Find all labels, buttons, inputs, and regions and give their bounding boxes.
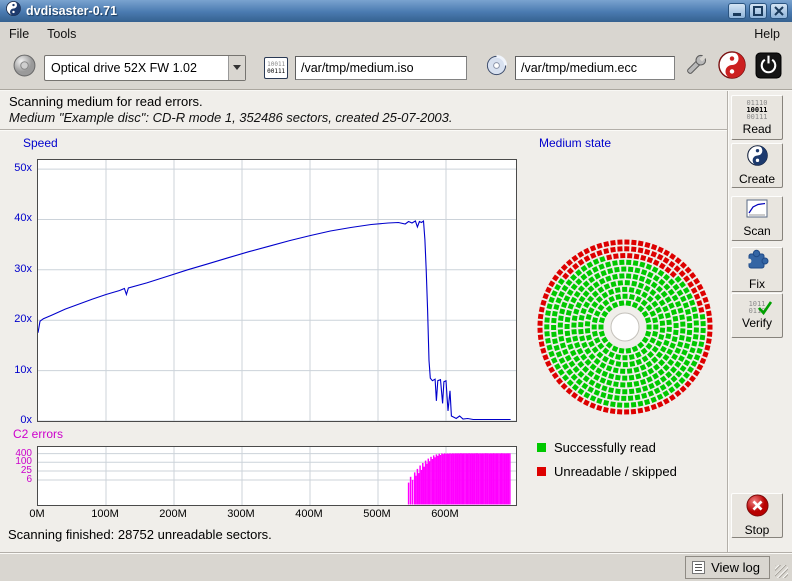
drive-select-value: Optical drive 52X FW 1.02: [45, 61, 228, 75]
legend-unreadable: Unreadable / skipped: [537, 464, 677, 479]
create-button[interactable]: Create: [731, 143, 783, 188]
x-axis-tick: 0M: [17, 508, 57, 520]
create-button-label: Create: [739, 172, 775, 186]
preferences-wrench-icon[interactable]: [682, 52, 709, 84]
x-axis-tick: 300M: [221, 508, 261, 520]
medium-state-disc: [536, 238, 714, 416]
menu-tools[interactable]: Tools: [38, 23, 85, 45]
medium-state-title: Medium state: [539, 136, 611, 150]
legend-unreadable-label: Unreadable / skipped: [554, 464, 677, 479]
log-list-icon: [692, 561, 705, 574]
iso-path-input[interactable]: [295, 56, 467, 80]
chevron-down-icon[interactable]: [228, 56, 245, 80]
medium-info-line: Medium "Example disc": CD-R mode 1, 3524…: [9, 110, 453, 125]
window-title: dvdisaster-0.71: [26, 4, 723, 18]
scan-button-label: Scan: [743, 224, 770, 238]
read-binary-icon: 01110 10011 00111: [746, 100, 767, 121]
close-button[interactable]: [770, 3, 788, 19]
x-axis-tick: 200M: [153, 508, 193, 520]
drive-select[interactable]: Optical drive 52X FW 1.02: [44, 55, 246, 81]
c2-errors-chart: [37, 446, 517, 506]
quit-power-icon[interactable]: [755, 52, 782, 84]
legend-unreadable-swatch: [537, 467, 546, 476]
scan-chart-icon: [746, 199, 768, 223]
menu-help[interactable]: Help: [742, 23, 792, 45]
app-icon: [6, 1, 21, 21]
fix-puzzle-icon: [745, 248, 769, 276]
maximize-button[interactable]: [749, 3, 767, 19]
x-axis-tick: 100M: [85, 508, 125, 520]
legend-read: Successfully read: [537, 440, 677, 455]
drive-icon[interactable]: [12, 53, 37, 83]
fix-button-label: Fix: [749, 277, 765, 291]
main-content: Scanning medium for read errors. Medium …: [0, 91, 792, 552]
dvdisaster-window: dvdisaster-0.71 File Tools Help Optical …: [0, 0, 792, 581]
read-button-label: Read: [743, 122, 772, 136]
verify-button[interactable]: 1011 0110 Verify: [731, 293, 783, 338]
verify-button-label: Verify: [742, 316, 772, 330]
read-button[interactable]: 01110 10011 00111 Read: [731, 95, 783, 140]
speed-chart: [37, 159, 517, 422]
legend-read-swatch: [537, 443, 546, 452]
menu-file[interactable]: File: [0, 23, 38, 45]
menubar: File Tools Help: [0, 22, 792, 46]
scan-button[interactable]: Scan: [731, 196, 783, 241]
header-separator: [0, 129, 727, 131]
titlebar[interactable]: dvdisaster-0.71: [0, 0, 792, 22]
verify-binary-check-icon: 1011 0110: [749, 301, 766, 315]
sidebar-separator: [727, 91, 729, 552]
create-yinyang-icon: [747, 145, 768, 171]
ecc-file-icon: [485, 54, 508, 82]
iso-file-icon: 1001100111: [264, 57, 288, 79]
x-axis-tick: 600M: [425, 508, 465, 520]
c2-y-axis: 400100256: [0, 91, 35, 552]
fix-button[interactable]: Fix: [731, 247, 783, 292]
view-log-label: View log: [711, 560, 760, 575]
stop-icon: [746, 494, 769, 522]
x-axis-tick: 400M: [289, 508, 329, 520]
c2-y-tick: 6: [1, 474, 35, 485]
ecc-path-input[interactable]: [515, 56, 675, 80]
toolbar: Optical drive 52X FW 1.02 1001100111: [0, 46, 792, 89]
statusbar: View log: [0, 552, 792, 581]
stop-button-label: Stop: [745, 523, 770, 537]
stop-button[interactable]: Stop: [731, 493, 783, 538]
minimize-button[interactable]: [728, 3, 746, 19]
disc-legend: Successfully read Unreadable / skipped: [537, 440, 677, 479]
x-axis-tick: 500M: [357, 508, 397, 520]
dvdisaster-yinyang-icon[interactable]: [718, 51, 746, 84]
resize-grip[interactable]: [775, 565, 788, 578]
legend-read-label: Successfully read: [554, 440, 656, 455]
status-line: Scanning medium for read errors.: [9, 94, 203, 109]
scan-result-status: Scanning finished: 28752 unreadable sect…: [8, 527, 272, 542]
view-log-button[interactable]: View log: [685, 556, 770, 579]
